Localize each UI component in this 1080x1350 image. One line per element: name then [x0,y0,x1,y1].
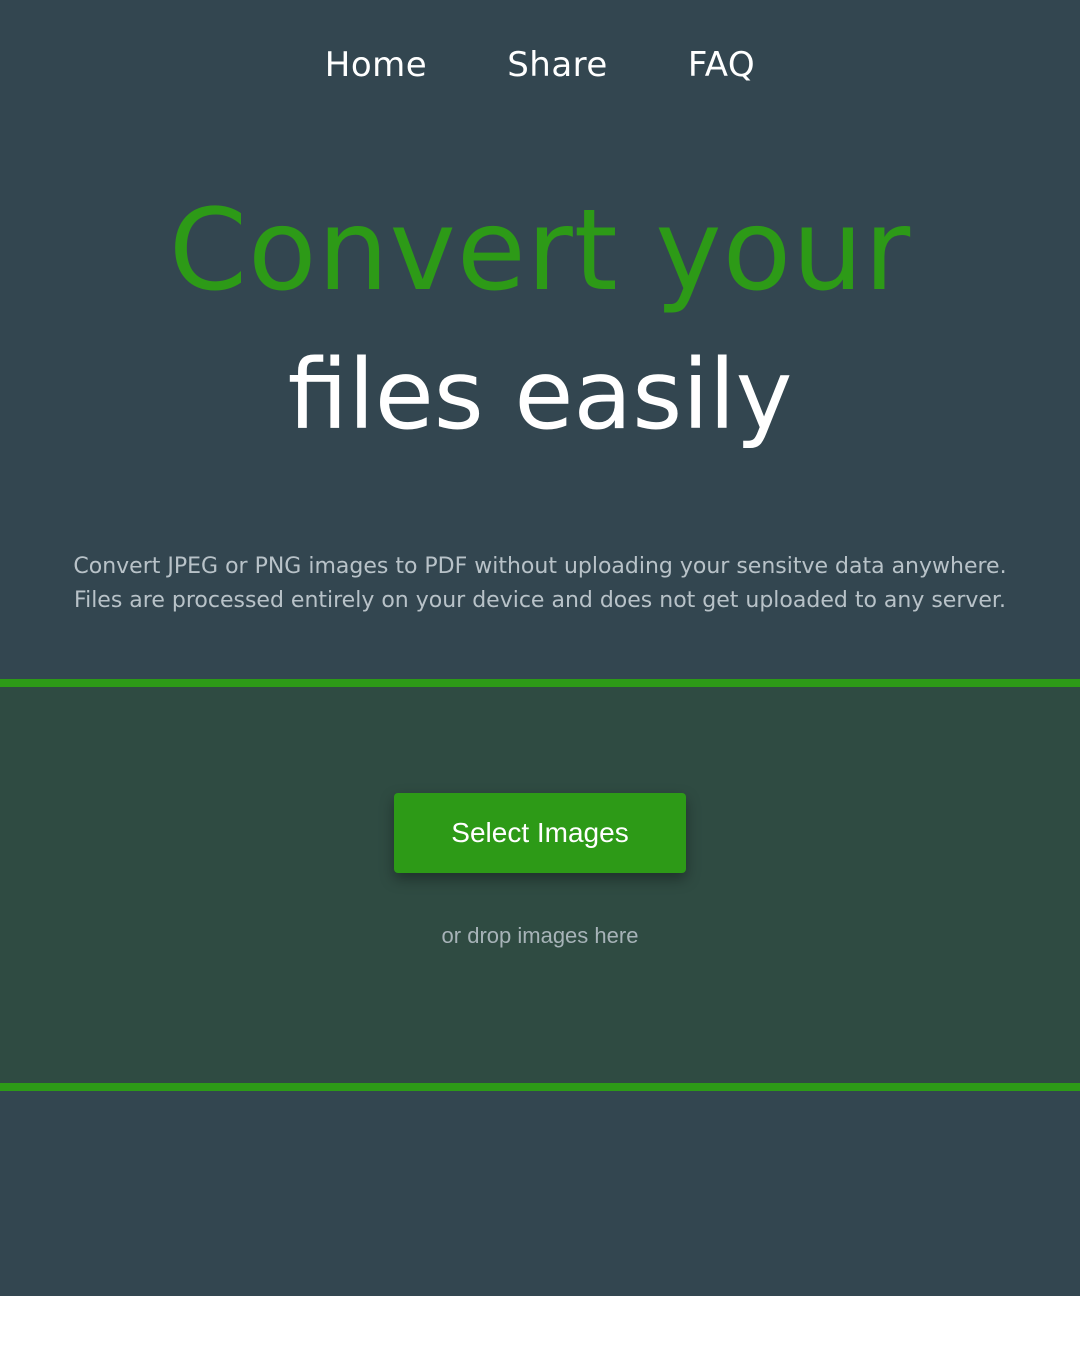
image-drop-zone[interactable]: Select Images or drop images here [0,679,1080,1091]
description-line1: Convert JPEG or PNG images to PDF withou… [73,554,1007,579]
nav-home-link[interactable]: Home [325,40,427,90]
hero-title-line1: Convert your [168,186,912,316]
description-line2: Files are processed entirely on your dev… [74,588,1006,613]
select-images-button[interactable]: Select Images [394,793,686,873]
drop-hint: or drop images here [441,923,639,948]
nav-faq-link[interactable]: FAQ [688,40,755,90]
hero-title-line2: files easily [287,339,793,451]
top-nav: Home Share FAQ [0,40,1080,90]
nav-share-link[interactable]: Share [507,40,608,90]
page: Home Share FAQ Convert your files easily… [0,0,1080,1296]
description: Convert JPEG or PNG images to PDF withou… [40,550,1040,618]
